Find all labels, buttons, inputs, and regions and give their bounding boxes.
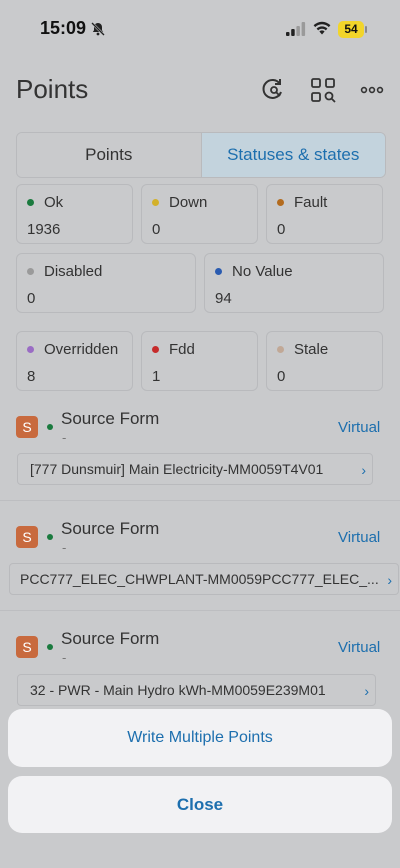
status-count: 0 [152,221,161,238]
list-divider [0,500,400,501]
list-item[interactable]: S Source Form - Virtual PCC777_ELEC_CHWP… [0,510,400,610]
battery-cap [365,26,367,33]
status-dot [152,346,159,353]
virtual-tag: Virtual [338,529,381,546]
source-subtitle: - [62,540,67,555]
refresh-search-icon[interactable] [260,76,288,104]
status-label: Ok [44,194,64,211]
source-subtitle: - [62,650,67,665]
source-subtitle: - [62,430,67,445]
source-title: Source Form [61,629,160,648]
source-form-icon: S [16,526,38,548]
more-options-icon[interactable] [358,76,386,104]
write-multiple-points-button[interactable]: Write Multiple Points [8,709,392,767]
page-title: Points [16,74,89,104]
tab-points[interactable]: Points [17,133,202,177]
status-count: 0 [277,221,286,238]
status-label: No Value [232,263,293,280]
cellular-signal-icon [286,22,306,36]
status-label: Overridden [44,341,119,358]
status-count: 1936 [27,221,61,238]
source-title: Source Form [61,519,160,538]
status-dot [152,199,159,206]
status-card-ok[interactable]: Ok 1936 [16,184,133,244]
source-form-icon: S [16,416,38,438]
online-status-dot [47,534,53,540]
status-dot [277,199,284,206]
status-count: 94 [215,290,232,307]
status-card-disabled[interactable]: Disabled 0 [16,253,196,313]
point-link[interactable]: [777 Dunsmuir] Main Electricity-MM0059T4… [17,453,373,485]
online-status-dot [47,424,53,430]
chevron-right-icon: › [364,683,369,699]
virtual-tag: Virtual [338,419,381,436]
tab-statuses-states[interactable]: Statuses & states [201,133,385,177]
status-dot [27,199,34,206]
status-label: Stale [294,341,329,358]
list-item[interactable]: S Source Form - Virtual 32 - PWR - Main … [0,620,400,720]
status-count: 0 [27,290,36,307]
status-count: 0 [277,368,286,385]
point-name: 32 - PWR - Main Hydro kWh-MM0059E239M01 [30,682,326,698]
status-card-overridden[interactable]: Overridden 8 [16,331,133,391]
source-title: Source Form [61,409,160,428]
status-count: 8 [27,368,36,385]
point-name: PCC777_ELEC_CHWPLANT-MM0059PCC777_ELEC_.… [20,571,379,587]
status-time: 15:09 [40,18,87,38]
point-link[interactable]: 32 - PWR - Main Hydro kWh-MM0059E239M01 … [17,674,376,706]
battery-indicator: 54 [338,21,368,38]
status-card-fdd[interactable]: Fdd 1 [141,331,258,391]
battery-level: 54 [344,22,358,36]
status-label: Disabled [44,263,103,280]
point-link[interactable]: PCC777_ELEC_CHWPLANT-MM0059PCC777_ELEC_.… [9,563,399,595]
status-count: 1 [152,368,161,385]
source-form-icon: S [16,636,38,658]
point-name: [777 Dunsmuir] Main Electricity-MM0059T4… [30,461,324,477]
status-label: Fault [294,194,328,211]
status-dot [27,346,34,353]
wifi-icon [313,21,331,35]
status-label: Fdd [169,341,195,358]
status-card-down[interactable]: Down 0 [141,184,258,244]
status-card-stale[interactable]: Stale 0 [266,331,383,391]
status-label: Down [169,194,208,211]
chevron-right-icon: › [387,572,392,588]
close-button[interactable]: Close [8,776,392,833]
chevron-right-icon: › [361,462,366,478]
list-item[interactable]: S Source Form - Virtual [777 Dunsmuir] M… [0,400,400,500]
bell-muted-icon [91,22,105,36]
qr-scan-icon[interactable] [309,76,337,104]
virtual-tag: Virtual [338,639,381,656]
view-tabs: Points Statuses & states [16,132,386,178]
list-divider [0,610,400,611]
online-status-dot [47,644,53,650]
status-dot [215,268,222,275]
status-card-no-value[interactable]: No Value 94 [204,253,384,313]
status-dot [27,268,34,275]
status-card-fault[interactable]: Fault 0 [266,184,383,244]
status-dot [277,346,284,353]
